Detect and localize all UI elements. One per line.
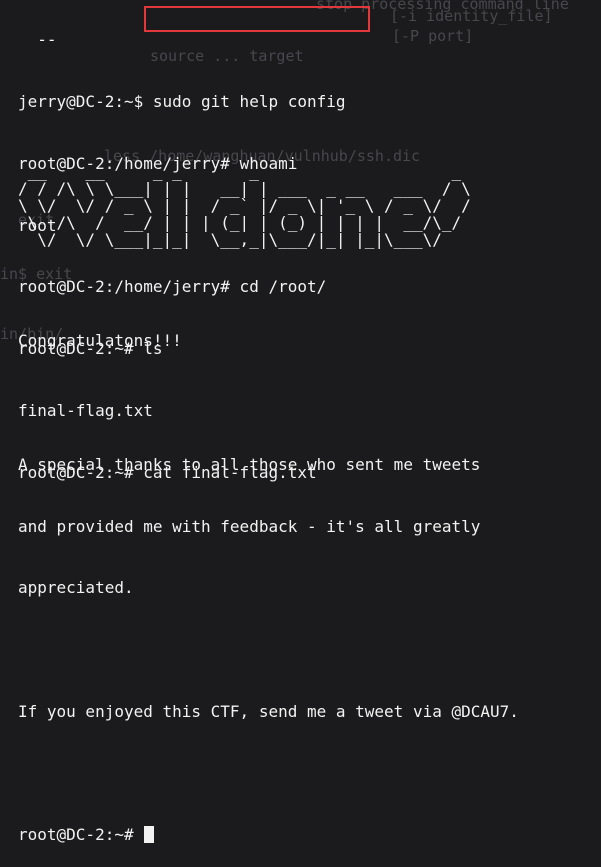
final-prompt: root@DC-2:~# (18, 825, 144, 845)
prompt: jerry@DC-2:~$ (18, 91, 153, 111)
terminal-message: Congratulatons!!! A special thanks to al… (18, 290, 601, 844)
terminal-line-sudo-git: jerry@DC-2:~$ sudo git help config (18, 92, 601, 113)
congrats-line: Congratulatons!!! (18, 331, 182, 351)
highlighted-command: sudo git help config (152, 91, 346, 111)
well-done-ascii-art: __ __ _ _ _ _ / / /\ \ \___| | | __| | _… (18, 162, 471, 249)
thanks-line: appreciated. (18, 578, 134, 598)
final-prompt-line[interactable]: root@DC-2:~# (18, 825, 601, 846)
thanks-line: and provided me with feedback - it's all… (18, 516, 481, 536)
thanks-line: A special thanks to all those who sent m… (18, 454, 481, 474)
terminal-line: -- (18, 30, 57, 50)
text-cursor (144, 826, 155, 844)
tweet-line: If you enjoyed this CTF, send me a tweet… (18, 701, 519, 721)
